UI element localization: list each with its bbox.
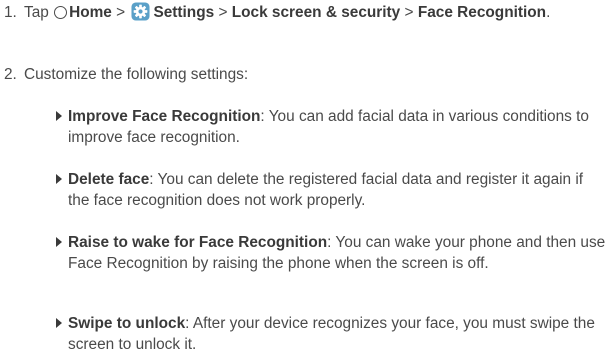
instructions-page: 1. Tap Home > Settings > Lock screen & s… — [0, 0, 613, 356]
list-item: Swipe to unlock: After your device recog… — [56, 313, 606, 355]
bullet-arrow-icon — [56, 111, 62, 121]
bullet-text: Improve Face Recognition: You can add fa… — [68, 106, 606, 148]
settings-label: Settings — [153, 4, 215, 21]
gear-icon — [131, 2, 150, 21]
home-icon — [54, 6, 68, 19]
step-1-text: Tap Home > Settings > Lock screen & secu… — [24, 2, 600, 23]
face-recognition-label: Face Recognition — [417, 4, 547, 21]
list-item: Delete face: You can delete the register… — [56, 169, 606, 211]
bullet-arrow-icon — [56, 237, 62, 247]
list-item: Raise to wake for Face Recognition: You … — [56, 232, 606, 274]
separator: > — [116, 4, 126, 21]
step-number: 2. — [4, 66, 17, 83]
separator: > — [218, 4, 228, 21]
lock-screen-label: Lock screen & security — [231, 4, 401, 21]
bullet-text: Delete face: You can delete the register… — [68, 169, 606, 211]
bullet-text: Swipe to unlock: After your device recog… — [68, 313, 606, 355]
bullet-arrow-icon — [56, 174, 62, 184]
period: . — [546, 4, 551, 21]
bullet-term: Swipe to unlock — [68, 315, 186, 332]
bullet-term: Delete face — [68, 171, 150, 188]
list-item: Improve Face Recognition: You can add fa… — [56, 106, 606, 148]
separator: > — [404, 4, 414, 21]
bullet-text: Raise to wake for Face Recognition: You … — [68, 232, 606, 274]
step-number: 1. — [4, 4, 17, 21]
bullet-term: Raise to wake for Face Recognition — [68, 234, 328, 251]
step-2-text: Customize the following settings: — [24, 66, 249, 83]
step-1: 1. Tap Home > Settings > Lock screen & s… — [0, 2, 600, 23]
step-2: 2. Customize the following settings: — [0, 64, 600, 85]
home-label: Home — [69, 4, 112, 21]
bullet-arrow-icon — [56, 318, 62, 328]
bullet-term: Improve Face Recognition — [68, 108, 261, 125]
